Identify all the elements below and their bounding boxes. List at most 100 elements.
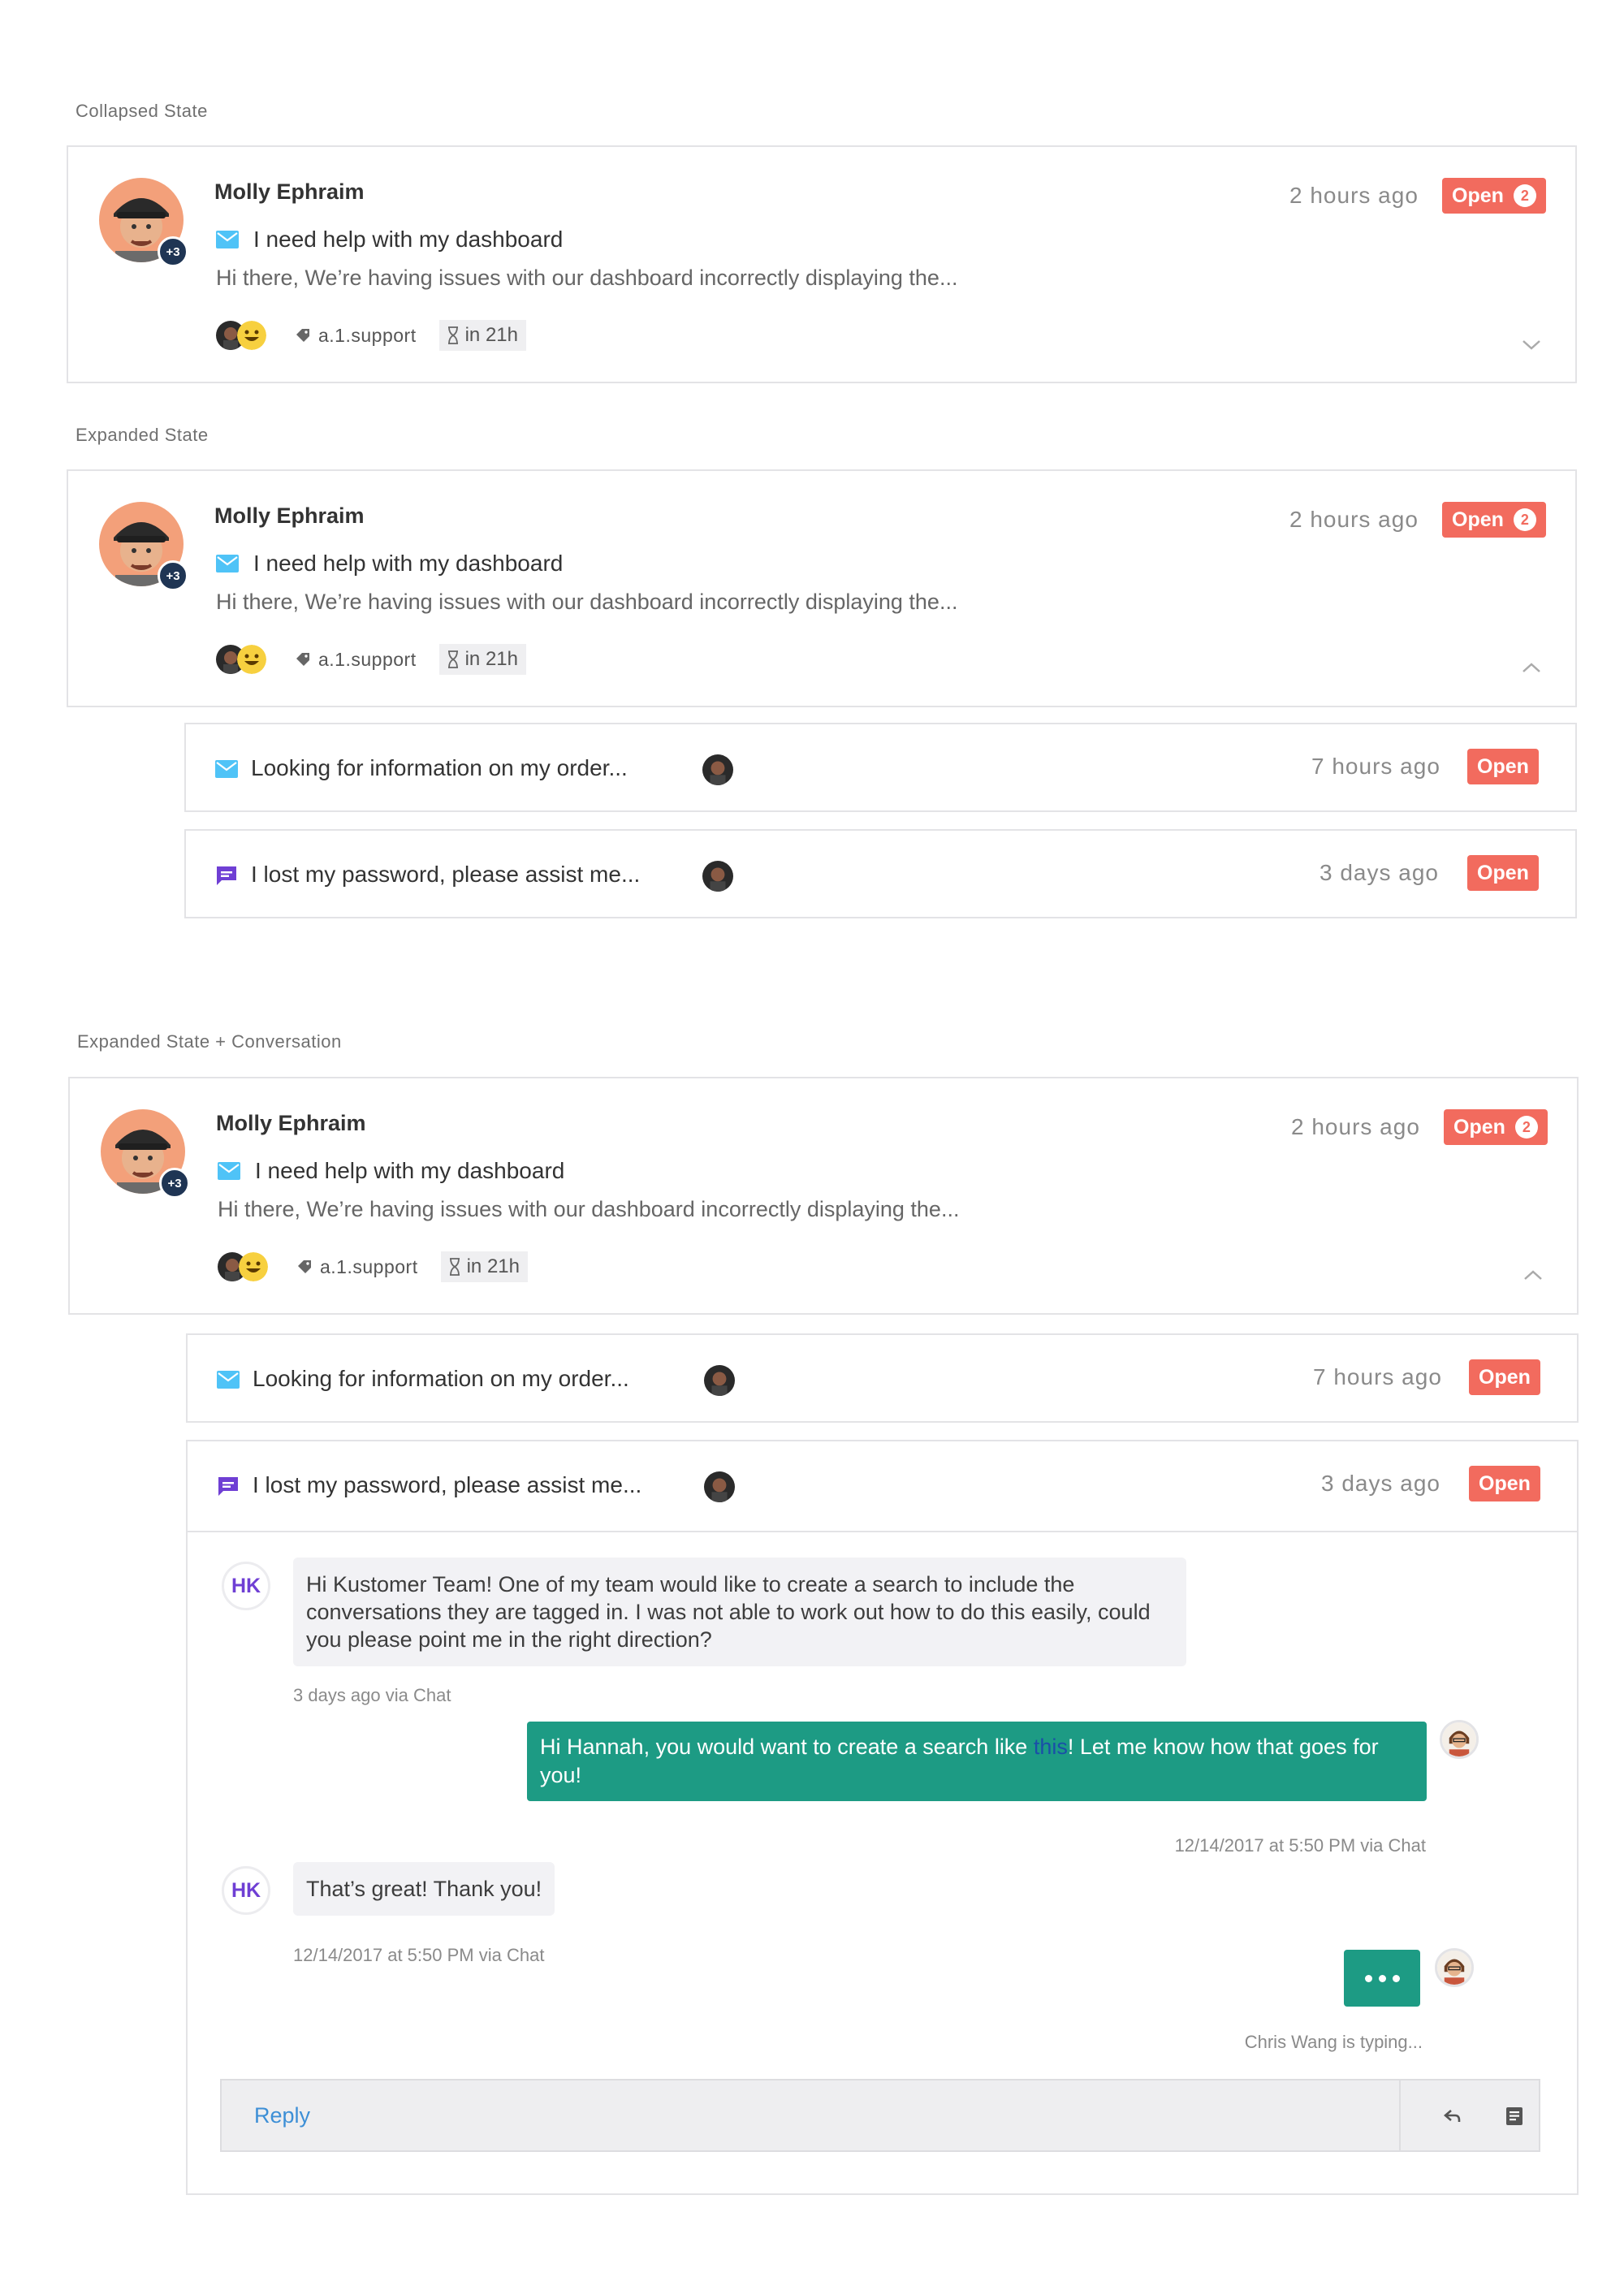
chat-icon (217, 1476, 240, 1497)
tag-icon (296, 328, 310, 343)
conversation-card-expanded-conversation[interactable]: +3 Molly Ephraim I need help with my das… (68, 1077, 1579, 1315)
time-ago: 2 hours ago (1289, 183, 1419, 208)
email-icon (216, 231, 239, 248)
conversation-subject: I need help with my dashboard (255, 1158, 565, 1183)
participants (216, 319, 274, 352)
status-badge[interactable]: Open (1467, 855, 1539, 891)
message-count: 2 (1513, 184, 1536, 207)
meta-row: a.1.support in 21h (216, 643, 526, 676)
participants (216, 643, 274, 676)
tag-icon (297, 1260, 312, 1274)
tag[interactable]: a.1.support (297, 1256, 418, 1278)
agent-avatar (1440, 1720, 1479, 1759)
avatar-count-badge: +3 (159, 1168, 190, 1199)
conversation-card-expanded[interactable]: +3 Molly Ephraim I need help with my das… (67, 469, 1577, 707)
agent-message: Hi Hannah, you would want to create a se… (527, 1722, 1427, 1801)
sub-conversation-header[interactable]: I lost my password, please assist me... … (188, 1441, 1577, 1532)
time-ago: 3 days ago (1321, 1471, 1440, 1496)
message-preview: Hi there, We’re having issues with our d… (216, 266, 958, 290)
customer-name: Molly Ephraim (214, 503, 365, 528)
sub-conversation-expanded: I lost my password, please assist me... … (186, 1440, 1579, 2195)
participant-avatar (239, 1252, 268, 1281)
assignee-avatar (704, 1365, 735, 1396)
tag[interactable]: a.1.support (296, 325, 417, 347)
reply-divider (1399, 2080, 1401, 2150)
chevron-down-icon[interactable] (1520, 337, 1543, 353)
status-badge[interactable]: Open (1467, 749, 1539, 784)
status-badge[interactable]: Open 2 (1442, 502, 1546, 538)
sub-conversation-row[interactable]: I lost my password, please assist me... … (184, 829, 1577, 918)
section-label-expanded-conversation: Expanded State + Conversation (77, 1031, 342, 1052)
assignee-avatar (702, 861, 733, 892)
participants (218, 1251, 276, 1283)
subject-row: I need help with my dashboard (218, 1158, 564, 1184)
reply-composer[interactable]: Reply (220, 2079, 1540, 2152)
customer-avatar: +3 (101, 1109, 190, 1199)
customer-message: Hi Kustomer Team! One of my team would l… (293, 1558, 1186, 1666)
sla-badge: in 21h (440, 1251, 528, 1282)
message-count: 2 (1514, 1116, 1538, 1139)
agent-avatar (1435, 1948, 1474, 1987)
message-preview: Hi there, We’re having issues with our d… (218, 1197, 960, 1221)
meta-row: a.1.support in 21h (218, 1251, 528, 1283)
participant-avatar (237, 645, 266, 674)
status-badge[interactable]: Open 2 (1444, 1109, 1548, 1145)
email-icon (217, 1369, 240, 1390)
reply-input[interactable]: Reply (254, 2103, 310, 2128)
email-icon (216, 555, 239, 572)
sla-label: in 21h (464, 324, 518, 346)
tag-label: a.1.support (320, 1255, 418, 1277)
sla-badge: in 21h (438, 644, 526, 675)
sla-badge: in 21h (438, 320, 526, 351)
subject-row: I need help with my dashboard (216, 551, 563, 577)
subject-row: I need help with my dashboard (216, 227, 563, 253)
customer-message: That’s great! Thank you! (293, 1862, 555, 1916)
sla-label: in 21h (464, 648, 518, 670)
participant-avatar (237, 321, 266, 350)
status-label: Open (1452, 184, 1504, 207)
sub-conversation-subject: Looking for information on my order... (253, 1366, 629, 1391)
chevron-up-icon[interactable] (1522, 1267, 1544, 1283)
tag-icon (296, 652, 310, 667)
tag[interactable]: a.1.support (296, 649, 417, 671)
customer-avatar: +3 (99, 502, 188, 591)
message-meta: 12/14/2017 at 5:50 PM via Chat (293, 1945, 545, 1965)
customer-initials-avatar: HK (222, 1866, 270, 1915)
conversation-card-collapsed[interactable]: +3 Molly Ephraim I need help with my das… (67, 145, 1577, 383)
customer-initials-avatar: HK (222, 1562, 270, 1610)
email-icon (218, 1162, 240, 1180)
sub-conversation-row[interactable]: Looking for information on my order... 7… (184, 723, 1577, 812)
time-ago: 7 hours ago (1313, 1364, 1442, 1389)
hourglass-icon (447, 650, 459, 668)
search-link[interactable]: this (1034, 1735, 1068, 1759)
customer-avatar: +3 (99, 178, 188, 267)
chevron-up-icon[interactable] (1520, 659, 1543, 676)
status-badge[interactable]: Open (1469, 1359, 1540, 1395)
section-label-collapsed: Collapsed State (76, 101, 208, 121)
avatar-count-badge: +3 (158, 236, 188, 267)
note-icon[interactable] (1503, 2105, 1526, 2128)
time-ago: 2 hours ago (1291, 1114, 1420, 1139)
typing-dot (1378, 1974, 1386, 1982)
tag-label: a.1.support (318, 648, 417, 670)
sub-conversation-subject: Looking for information on my order... (251, 755, 628, 780)
email-icon (215, 758, 238, 780)
status-badge[interactable]: Open 2 (1442, 178, 1546, 214)
tag-label: a.1.support (318, 324, 417, 346)
customer-name: Molly Ephraim (216, 1111, 366, 1135)
sub-conversation-row[interactable]: Looking for information on my order... 7… (186, 1333, 1579, 1423)
section-label-expanded: Expanded State (76, 425, 209, 445)
typing-dot (1392, 1974, 1400, 1982)
sub-conversation-subject: I lost my password, please assist me... (251, 862, 641, 887)
meta-row: a.1.support in 21h (216, 319, 526, 352)
status-badge[interactable]: Open (1469, 1466, 1540, 1501)
chat-icon (215, 865, 238, 886)
customer-name: Molly Ephraim (214, 179, 365, 204)
message-count: 2 (1513, 508, 1536, 531)
assignee-avatar (702, 754, 733, 785)
reply-arrow-icon[interactable] (1441, 2105, 1464, 2128)
typing-status: Chris Wang is typing... (1244, 2032, 1423, 2052)
assignee-avatar (704, 1471, 735, 1502)
time-ago: 7 hours ago (1311, 754, 1440, 779)
typing-dot (1364, 1974, 1372, 1982)
